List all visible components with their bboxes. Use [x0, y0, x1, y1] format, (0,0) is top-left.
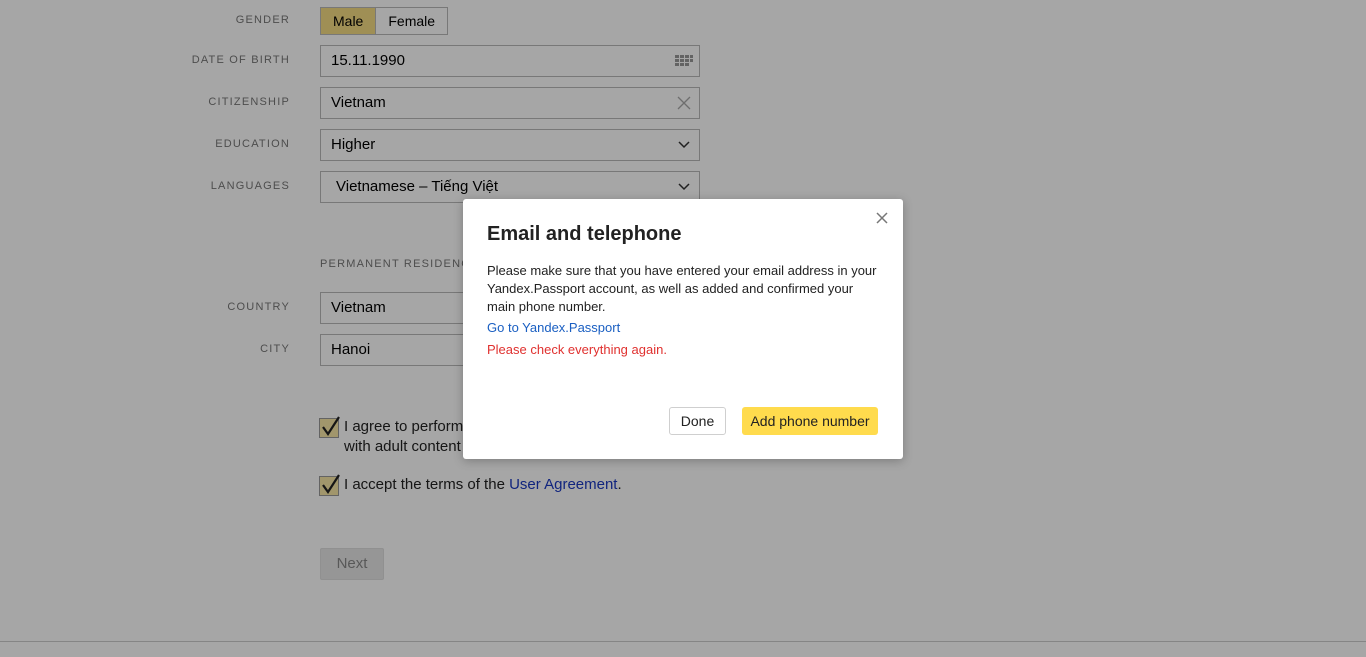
dialog-error: Please check everything again.: [487, 342, 667, 357]
dialog-title: Email and telephone: [487, 223, 682, 245]
dialog-message: Please make sure that you have entered y…: [487, 263, 877, 314]
close-icon[interactable]: [875, 211, 889, 225]
email-telephone-dialog: Email and telephone Please make sure tha…: [463, 199, 903, 459]
done-button[interactable]: Done: [669, 407, 726, 435]
yandex-passport-link[interactable]: Go to Yandex.Passport: [487, 320, 620, 335]
add-phone-number-button[interactable]: Add phone number: [742, 407, 878, 435]
